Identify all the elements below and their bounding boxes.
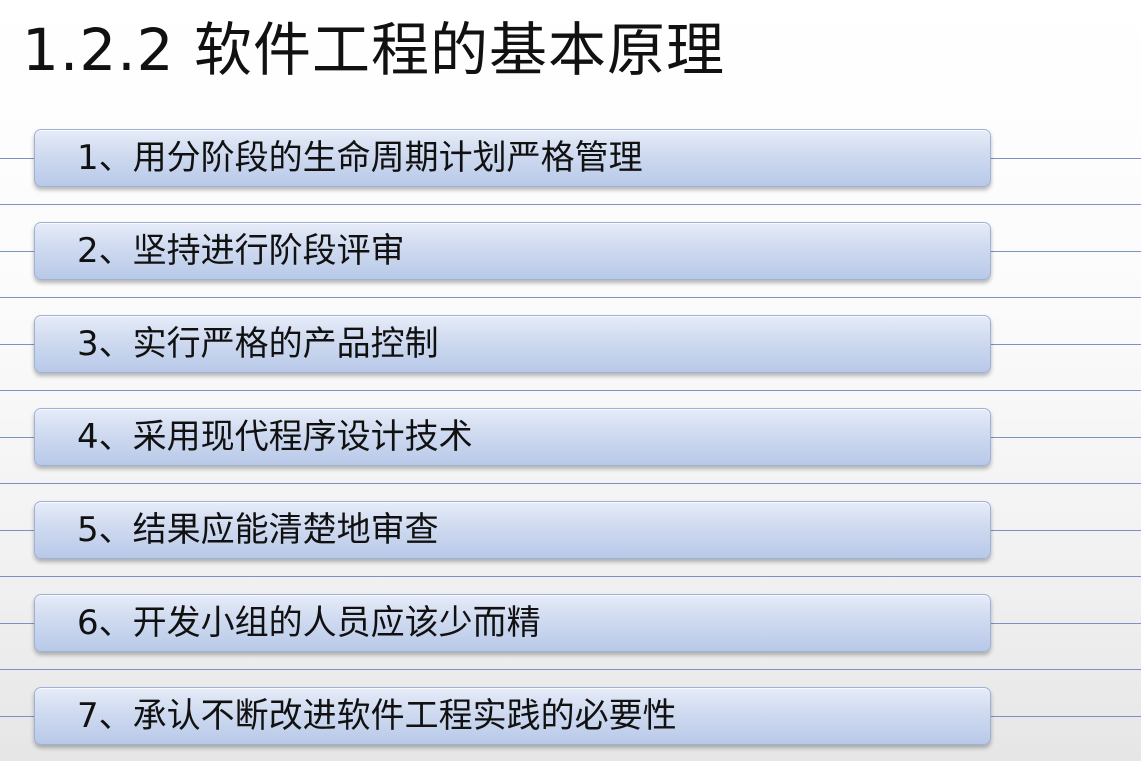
divider-line — [0, 576, 1141, 577]
principle-item-label: 4、采用现代程序设计技术 — [77, 417, 473, 457]
divider-line — [0, 390, 1141, 391]
principle-item-label: 7、承认不断改进软件工程实践的必要性 — [77, 696, 677, 736]
divider-line — [0, 297, 1141, 298]
principle-item-6: 6、开发小组的人员应该少而精 — [34, 594, 991, 652]
divider-line — [0, 204, 1141, 205]
principle-item-7: 7、承认不断改进软件工程实践的必要性 — [34, 687, 991, 745]
principle-item-2: 2、坚持进行阶段评审 — [34, 222, 991, 280]
principle-item-1: 1、用分阶段的生命周期计划严格管理 — [34, 129, 991, 187]
principle-item-label: 1、用分阶段的生命周期计划严格管理 — [77, 138, 643, 178]
principle-item-3: 3、实行严格的产品控制 — [34, 315, 991, 373]
slide-title: 1.2.2 软件工程的基本原理 — [22, 16, 726, 84]
principle-item-5: 5、结果应能清楚地审查 — [34, 501, 991, 559]
principle-item-4: 4、采用现代程序设计技术 — [34, 408, 991, 466]
principle-item-label: 5、结果应能清楚地审查 — [77, 510, 439, 550]
principle-item-label: 6、开发小组的人员应该少而精 — [77, 603, 541, 643]
principle-item-label: 2、坚持进行阶段评审 — [77, 231, 405, 271]
principle-item-label: 3、实行严格的产品控制 — [77, 324, 439, 364]
divider-line — [0, 483, 1141, 484]
divider-line — [0, 669, 1141, 670]
